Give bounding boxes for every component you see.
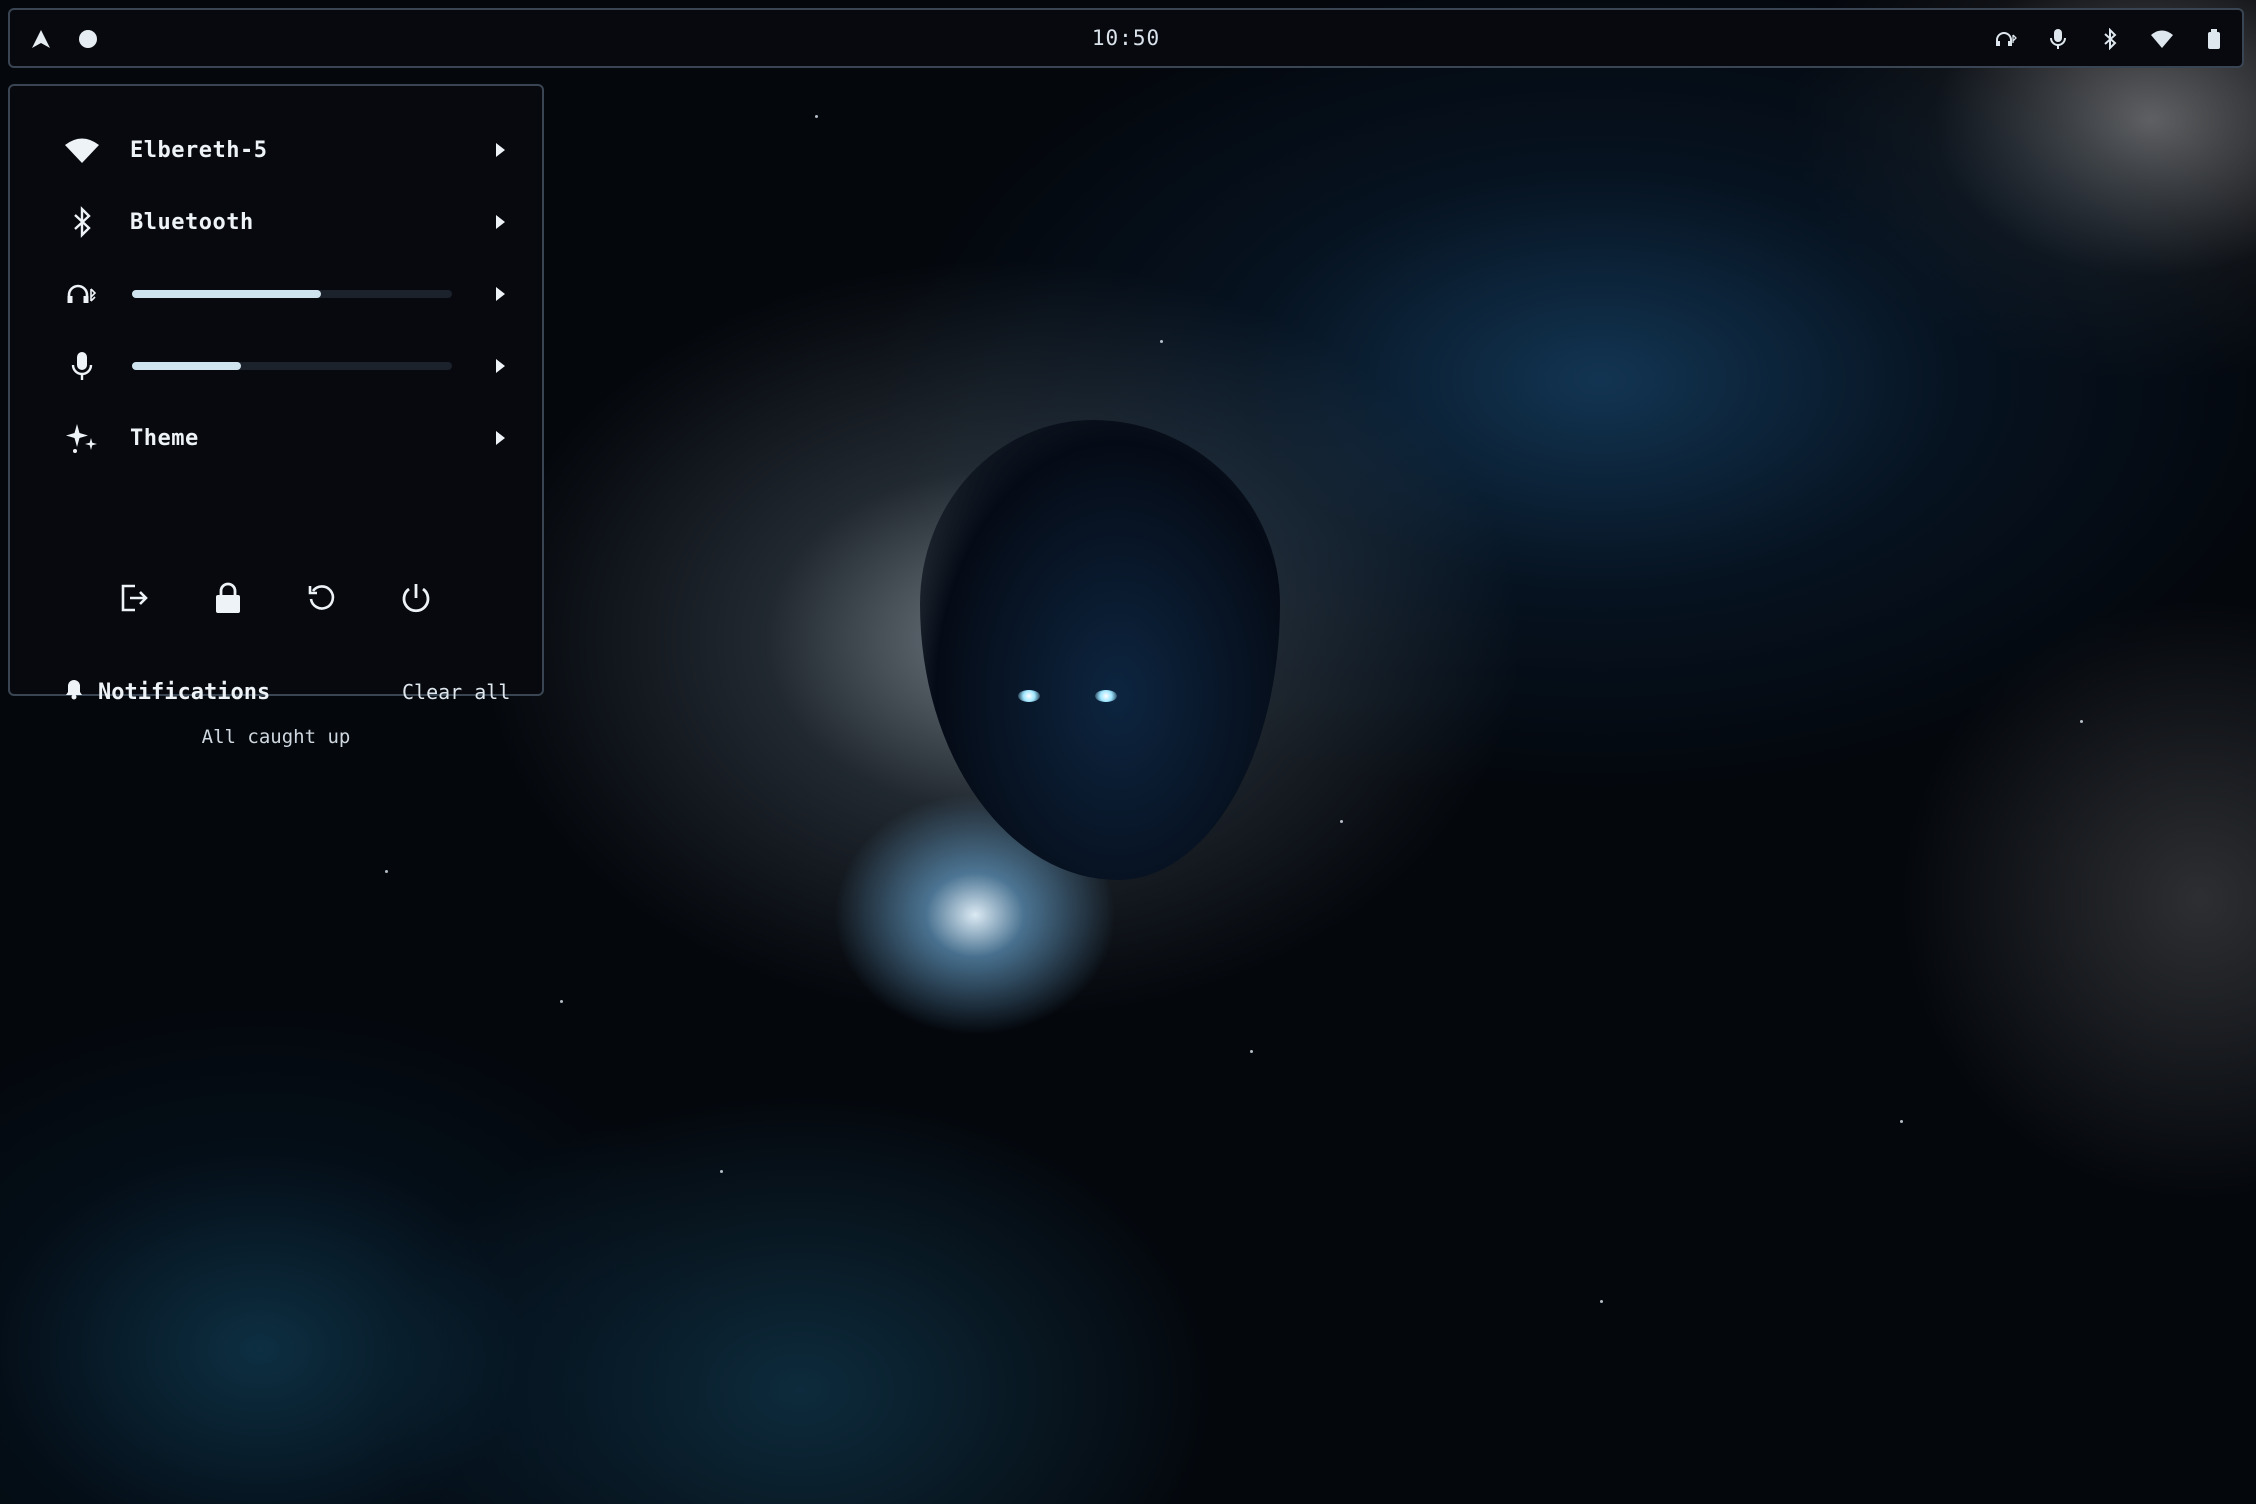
theme-row[interactable]: Theme [10,408,542,468]
star [1900,1120,1903,1123]
power-icon[interactable] [396,578,436,618]
microphone-icon[interactable] [2044,25,2072,53]
bluetooth-icon[interactable] [2096,25,2124,53]
notifications-empty-text: All caught up [201,726,351,748]
star [815,115,818,118]
notifications-title: Notifications [98,680,271,705]
figure-eye [1018,690,1040,702]
star [560,1000,563,1003]
star [2080,720,2083,723]
bluetooth-icon [62,202,102,242]
bluetooth-row[interactable]: Bluetooth [10,192,542,252]
star [1600,1300,1603,1303]
input-volume-row [10,336,542,396]
system-tray [1992,24,2228,54]
clock[interactable]: 10:50 [10,26,2242,50]
bell-icon [64,678,84,704]
bluetooth-headphones-icon[interactable] [1992,25,2020,53]
figure-eye [1095,690,1117,702]
chevron-right-icon[interactable] [492,140,508,160]
chevron-right-icon[interactable] [492,428,508,448]
chevron-right-icon[interactable] [492,356,508,376]
star [385,870,388,873]
input-volume-slider[interactable] [132,362,452,370]
sparkles-icon [62,418,102,458]
star [1250,1050,1253,1053]
theme-label: Theme [130,425,199,451]
output-volume-row [10,264,542,324]
bluetooth-label: Bluetooth [130,209,254,235]
restart-icon[interactable] [302,578,342,618]
wifi-icon[interactable] [2148,25,2176,53]
output-volume-slider[interactable] [132,290,452,298]
star [720,1170,723,1173]
wifi-icon [62,130,102,170]
lock-icon[interactable] [208,578,248,618]
input-volume-fill [132,362,241,370]
bluetooth-headphones-icon[interactable] [62,274,102,314]
microphone-icon[interactable] [62,346,102,386]
star [1160,340,1163,343]
wifi-network-label: Elbereth-5 [130,137,268,163]
chevron-right-icon[interactable] [492,284,508,304]
battery-icon[interactable] [2200,25,2228,53]
quick-settings-panel: Elbereth-5 Bluetooth Theme Notifications… [8,84,544,748]
wallpaper-figure [920,420,1280,880]
output-volume-fill [132,290,321,298]
top-bar: 10:50 [8,8,2244,68]
wifi-row[interactable]: Elbereth-5 [10,120,542,180]
logout-icon[interactable] [114,578,154,618]
clear-all-button[interactable]: Clear all [402,680,510,704]
star [1340,820,1343,823]
chevron-right-icon[interactable] [492,212,508,232]
